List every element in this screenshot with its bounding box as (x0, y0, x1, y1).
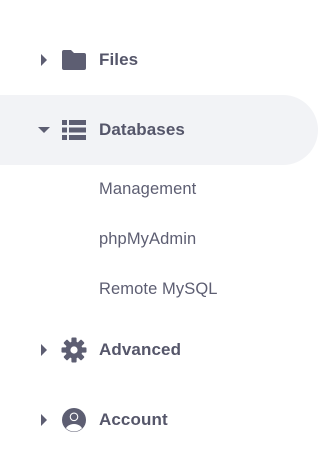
sidebar-item-advanced[interactable]: Advanced (0, 315, 318, 385)
sidebar-subitem-phpmyadmin[interactable]: phpMyAdmin (99, 230, 196, 249)
folder-icon (61, 47, 87, 73)
sidebar-item-label: Files (99, 50, 139, 69)
sidebar-item-label: Databases (99, 120, 185, 139)
sidebar-item-label: Account (99, 410, 168, 429)
sidebar-item-label: Advanced (99, 340, 182, 359)
sidebar-item-account[interactable]: Account (0, 385, 318, 455)
sidebar-nav: Files Databases Management phpMyAdmin Re… (0, 0, 331, 463)
caret-right-icon (36, 342, 52, 358)
caret-down-icon (36, 122, 52, 138)
caret-right-icon (36, 52, 52, 68)
database-icon (61, 117, 87, 143)
sidebar-subitem-remote-mysql[interactable]: Remote MySQL (99, 280, 218, 299)
caret-right-icon (36, 412, 52, 428)
sidebar-subitem-management[interactable]: Management (99, 180, 196, 199)
user-circle-icon (61, 407, 87, 433)
sidebar-item-files[interactable]: Files (0, 25, 318, 95)
sidebar-item-databases[interactable]: Databases (0, 95, 318, 165)
gear-icon (61, 337, 87, 363)
